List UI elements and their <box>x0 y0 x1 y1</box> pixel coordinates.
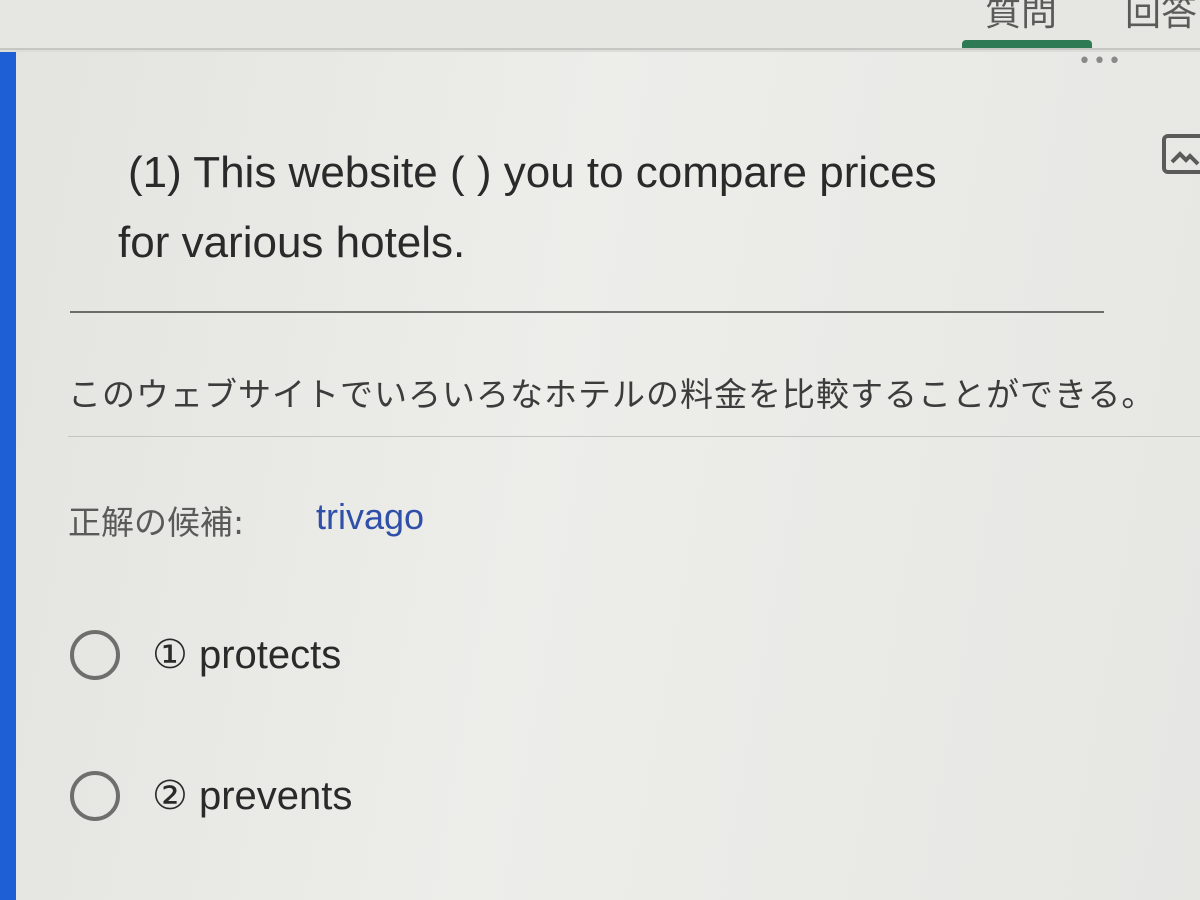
answer-candidates-label: 正解の候補: <box>68 503 245 542</box>
drag-handle-dots-icon[interactable]: ••• <box>1078 51 1123 73</box>
image-icon[interactable] <box>1160 130 1200 178</box>
option-label: ① protects <box>152 633 342 677</box>
option-label: ② prevents <box>152 774 353 818</box>
form-top-bar: 質問 回答 <box>0 0 1200 50</box>
tab-responses[interactable]: 回答 <box>1125 0 1197 36</box>
description-divider <box>68 436 1200 437</box>
option-item[interactable]: ② prevents <box>70 766 352 826</box>
question-title-line-1: (1) This website ( ) you to compare pric… <box>128 148 937 197</box>
option-item[interactable]: ① protects <box>70 625 341 685</box>
radio-button[interactable] <box>70 771 120 821</box>
question-title[interactable]: (1) This website ( ) you to compare pric… <box>118 138 1068 278</box>
title-underline <box>70 311 1104 313</box>
question-title-line-2: for various hotels. <box>118 218 466 267</box>
tab-questions[interactable]: 質問 <box>985 0 1057 36</box>
question-description[interactable]: このウェブサイトでいろいろなホテルの料金を比較することができる。 <box>68 368 1155 416</box>
radio-button[interactable] <box>70 630 120 680</box>
active-card-accent-bar <box>0 52 16 900</box>
active-tab-indicator <box>962 40 1092 48</box>
answer-candidates-value[interactable]: trivago <box>316 496 424 538</box>
